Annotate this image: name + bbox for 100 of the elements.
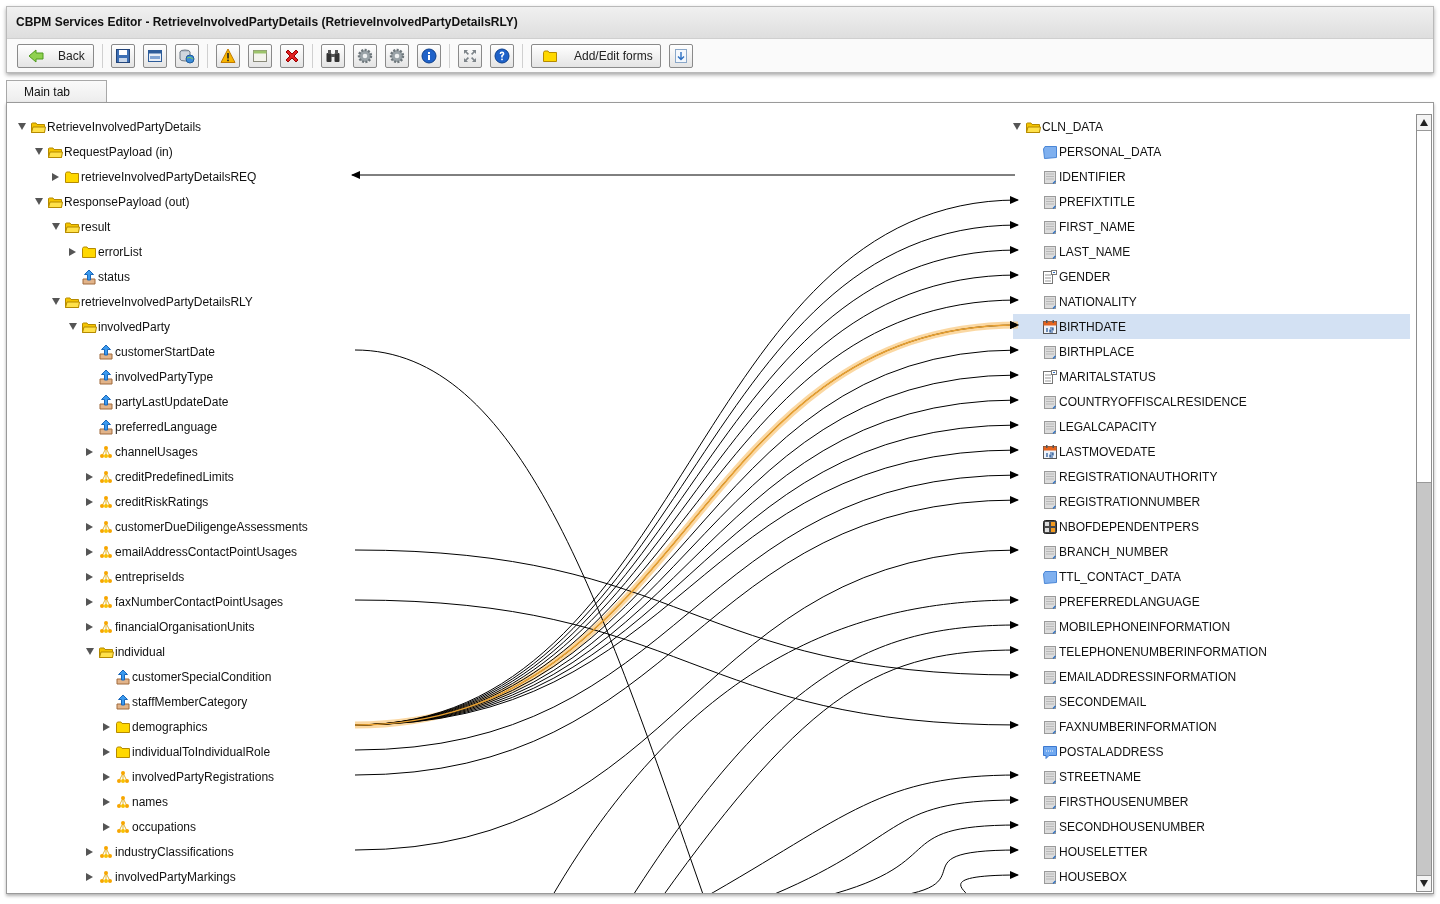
tree-item[interactable]: COUNTRYOFFISCALRESIDENCE xyxy=(1013,389,1410,414)
tree-item[interactable]: SECONDHOUSENUMBER xyxy=(1013,814,1410,839)
expander-icon[interactable] xyxy=(86,522,93,531)
expand-button[interactable] xyxy=(458,43,482,68)
tree-item[interactable]: HOUSEBOX xyxy=(1013,864,1410,889)
tree-item[interactable]: SECONDEMAIL xyxy=(1013,689,1410,714)
tree-item[interactable]: RequestPayload (in) xyxy=(18,139,173,164)
tree-item[interactable]: MARITALSTATUS xyxy=(1013,364,1410,389)
expander-icon[interactable] xyxy=(103,797,110,806)
tree-item[interactable]: RetrieveInvolvedPartyDetails xyxy=(18,114,202,139)
document-icon xyxy=(1042,618,1058,635)
help-button[interactable] xyxy=(490,43,514,68)
expander-icon[interactable] xyxy=(86,447,93,456)
tree-item[interactable]: LEGALCAPACITY xyxy=(1013,414,1410,439)
tree-item[interactable]: GENDER xyxy=(1013,264,1410,289)
tree-item[interactable]: retrieveInvolvedPartyDetailsRLY xyxy=(18,289,253,314)
find-button[interactable] xyxy=(321,43,345,68)
document-icon xyxy=(1042,468,1058,485)
tree-item[interactable]: NATIONALITY xyxy=(1013,289,1410,314)
tree-item[interactable]: individualToIndividualRole xyxy=(18,739,271,764)
expander-icon[interactable] xyxy=(86,472,93,481)
tree-item[interactable]: FIRSTHOUSENUMBER xyxy=(1013,789,1410,814)
tree-item[interactable]: involvedPartyRegistrations xyxy=(18,764,275,789)
info-button[interactable] xyxy=(417,43,441,68)
tree-item[interactable]: individual xyxy=(18,639,166,664)
tree-item[interactable]: NBOFDEPENDENTPERS xyxy=(1013,514,1410,539)
tree-item[interactable]: POSTALADDRESS xyxy=(1013,739,1410,764)
tree-item[interactable]: PREFERREDLANGUAGE xyxy=(1013,589,1410,614)
tree-item[interactable]: REGISTRATIONAUTHORITY xyxy=(1013,464,1410,489)
expander-icon[interactable] xyxy=(86,872,93,881)
tree-item[interactable]: involvedParty xyxy=(18,314,171,339)
tree-item[interactable]: involvedPartyType xyxy=(18,364,214,389)
tree-item[interactable]: emailAddressContactPointUsages xyxy=(18,539,298,564)
database-button[interactable] xyxy=(175,43,199,68)
tree-item[interactable]: partyLastUpdateDate xyxy=(18,389,229,414)
tree-item[interactable]: preferredLanguage xyxy=(18,414,218,439)
expander-icon[interactable] xyxy=(103,772,110,781)
tree-item[interactable]: FAXNUMBERINFORMATION xyxy=(1013,714,1410,739)
tree-item[interactable]: errorList xyxy=(18,239,142,264)
expander-icon[interactable] xyxy=(86,622,93,631)
back-button[interactable]: Back xyxy=(17,43,94,68)
document-icon xyxy=(1042,643,1058,660)
tree-item[interactable]: industryClassifications xyxy=(18,839,234,864)
tree-item[interactable]: PERSONAL_DATA xyxy=(1013,139,1410,164)
expander-icon[interactable] xyxy=(103,822,110,831)
tree-item[interactable]: entrepriseIds xyxy=(18,564,185,589)
tree-item[interactable]: occupations xyxy=(18,814,197,839)
tree-item[interactable]: ResponsePayload (out) xyxy=(18,189,190,214)
tree-item[interactable]: names xyxy=(18,789,169,814)
save-button[interactable] xyxy=(111,43,135,68)
expander-icon[interactable] xyxy=(86,547,93,556)
expander-icon[interactable] xyxy=(86,847,93,856)
tree-item[interactable]: customerSpecialCondition xyxy=(18,664,272,689)
tree-item[interactable]: customerStartDate xyxy=(18,339,216,364)
down-arrow-icon xyxy=(1420,880,1428,887)
tree-item[interactable]: IDENTIFIER xyxy=(1013,164,1410,189)
tree-item[interactable]: retrieveInvolvedPartyDetailsREQ xyxy=(18,164,257,189)
scrollbar[interactable] xyxy=(1416,114,1432,892)
expander-icon[interactable] xyxy=(86,597,93,606)
tree-item[interactable]: TELEPHONENUMBERINFORMATION xyxy=(1013,639,1410,664)
settings-button[interactable] xyxy=(385,43,409,68)
tree-item[interactable]: CLN_DATA xyxy=(1013,114,1410,139)
tree-item[interactable]: TTL_CONTACT_DATA xyxy=(1013,564,1410,589)
tree-item[interactable]: REGISTRATIONNUMBER xyxy=(1013,489,1410,514)
window-button[interactable] xyxy=(143,43,167,68)
tree-item[interactable]: staffMemberCategory xyxy=(18,689,248,714)
expander-icon[interactable] xyxy=(86,497,93,506)
tree-item[interactable]: BIRTHDATE xyxy=(1013,314,1410,339)
scroll-up-button[interactable] xyxy=(1417,115,1431,131)
tree-item[interactable]: result xyxy=(18,214,111,239)
document-icon xyxy=(1042,343,1058,360)
tree-item[interactable]: HOUSELETTER xyxy=(1013,839,1410,864)
tree-item[interactable]: financialOrganisationUnits xyxy=(18,614,255,639)
delete-button[interactable] xyxy=(280,43,304,68)
tree-item[interactable]: FIRST_NAME xyxy=(1013,214,1410,239)
add-edit-forms-button[interactable]: Add/Edit forms xyxy=(531,43,661,68)
tree-item[interactable]: PREFIXTITLE xyxy=(1013,189,1410,214)
tree-item[interactable]: demographics xyxy=(18,714,208,739)
expander-icon[interactable] xyxy=(86,572,93,581)
warning-button[interactable] xyxy=(216,43,240,68)
settings-button[interactable] xyxy=(353,43,377,68)
scroll-down-button[interactable] xyxy=(1417,875,1431,891)
tree-item[interactable]: customerDueDiligengeAssessments xyxy=(18,514,308,539)
download-button[interactable] xyxy=(669,43,693,68)
tree-item[interactable]: LAST_NAME xyxy=(1013,239,1410,264)
tree-item[interactable]: channelUsages xyxy=(18,439,198,464)
tree-item[interactable]: creditPredefinedLimits xyxy=(18,464,234,489)
tree-item[interactable]: STREETNAME xyxy=(1013,764,1410,789)
tree-item[interactable]: BIRTHPLACE xyxy=(1013,339,1410,364)
tab[interactable]: Main tab xyxy=(6,80,107,103)
tree-item[interactable]: BRANCH_NUMBER xyxy=(1013,539,1410,564)
tree-item[interactable]: creditRiskRatings xyxy=(18,489,209,514)
tree-item[interactable]: EMAILADDRESSINFORMATION xyxy=(1013,664,1410,689)
tree-item[interactable]: faxNumberContactPointUsages xyxy=(18,589,284,614)
scrollbar-thumb[interactable] xyxy=(1417,482,1431,875)
window-button[interactable] xyxy=(248,43,272,68)
tree-item[interactable]: status xyxy=(18,264,130,289)
tree-item[interactable]: LASTMOVEDATE xyxy=(1013,439,1410,464)
tree-item[interactable]: involvedPartyMarkings xyxy=(18,864,236,889)
tree-item[interactable]: MOBILEPHONEINFORMATION xyxy=(1013,614,1410,639)
